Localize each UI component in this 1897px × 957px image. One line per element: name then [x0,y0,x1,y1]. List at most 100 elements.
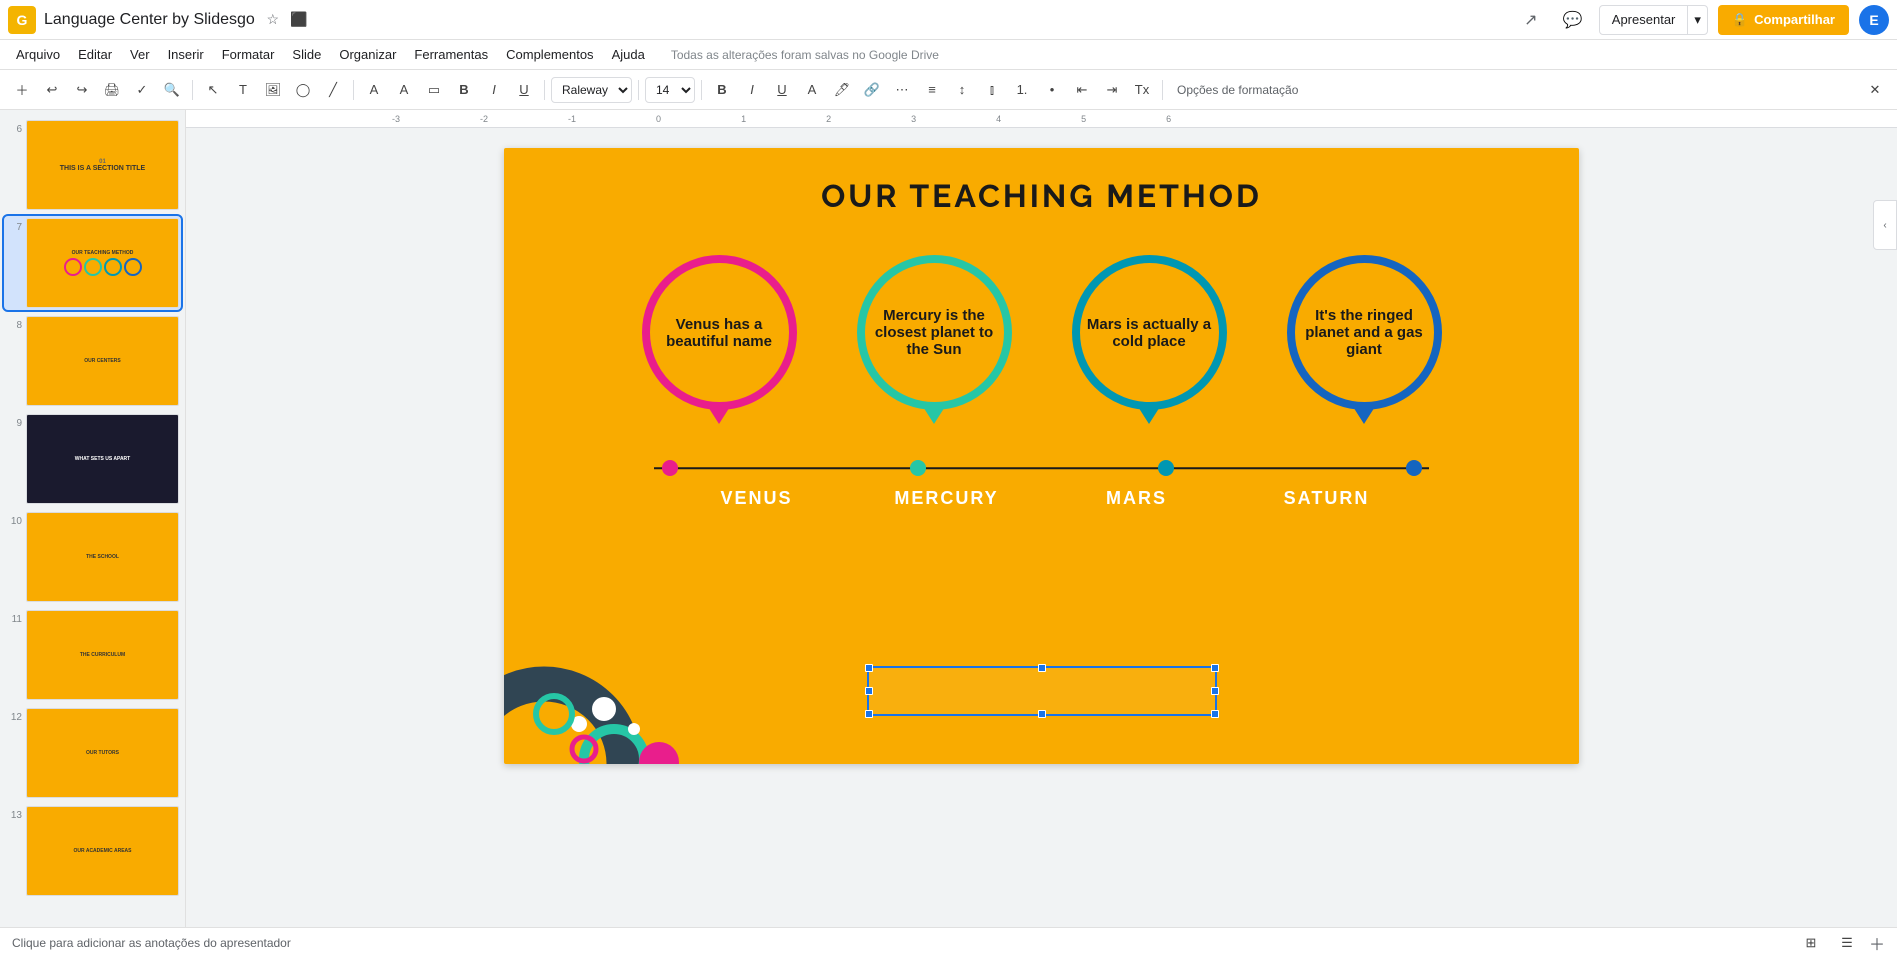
border-button[interactable]: ▭ [420,76,448,104]
apresentar-button[interactable]: Apresentar ▾ [1599,5,1708,35]
apresentar-dropdown[interactable]: ▾ [1688,6,1707,34]
selection-box[interactable] [867,666,1217,716]
planet-item-saturn: It's the ringed planet and a gas giant [1287,255,1442,410]
menu-slide[interactable]: Slide [284,40,329,69]
menu-inserir[interactable]: Inserir [160,40,212,69]
planet-label-mercury: MERCURY [852,488,1042,509]
menu-formatar[interactable]: Formatar [214,40,283,69]
handle-mr[interactable] [1211,687,1219,695]
collapse-button[interactable]: ✕ [1861,76,1889,104]
undo-button[interactable]: ↩ [38,76,66,104]
top-bar: G Language Center by Slidesgo ☆ ⬛ ↗ 💬 Ap… [0,0,1897,40]
indent-less-button[interactable]: ⇤ [1068,76,1096,104]
slide-preview-inner-8: OUR CENTERS [27,317,178,405]
planet-mars-text: Mars is actually a cold place [1080,316,1219,350]
planet-label-venus: VENUS [662,488,852,509]
italic-button[interactable]: I [480,76,508,104]
image-button[interactable]: 🖼 [259,76,287,104]
italic-button-2[interactable]: I [738,76,766,104]
highlight-button[interactable]: 🖊 [828,76,856,104]
link-button[interactable]: 🔗 [858,76,886,104]
planet-venus-text: Venus has a beautiful name [650,316,789,350]
slide-preview-7[interactable]: OUR TEACHING METHOD [26,218,179,308]
font-selector[interactable]: Raleway [551,77,632,103]
redo-button[interactable]: ↪ [68,76,96,104]
list-ol-button[interactable]: 1. [1008,76,1036,104]
slide-thumb-8[interactable]: 8 OUR CENTERS [4,314,181,408]
menu-ver[interactable]: Ver [122,40,158,69]
zoom-plus-button[interactable]: ＋ [1869,931,1885,955]
clear-format-button[interactable]: Tx [1128,76,1156,104]
slide-preview-inner-7: OUR TEACHING METHOD [27,219,178,307]
underline-button-2[interactable]: U [768,76,796,104]
comments-icon[interactable]: 💬 [1557,4,1589,36]
cursor-button[interactable]: ↖ [199,76,227,104]
planet-bubble-saturn: It's the ringed planet and a gas giant [1287,255,1442,410]
bg-color-button[interactable]: A [360,76,388,104]
handle-bc[interactable] [1038,710,1046,718]
slide-preview-10[interactable]: THE SCHOOL [26,512,179,602]
align-button[interactable]: ≡ [918,76,946,104]
handle-tl[interactable] [865,664,873,672]
font-size-selector[interactable]: 14 [645,77,695,103]
slide-num-6: 6 [6,120,22,135]
slide-preview-13[interactable]: OUR ACADEMIC AREAS [26,806,179,896]
handle-tc[interactable] [1038,664,1046,672]
spacing-button[interactable]: ↕ [948,76,976,104]
bold-button-2[interactable]: B [708,76,736,104]
slide-preview-12[interactable]: OUR TUTORS [26,708,179,798]
filmstrip-view-button[interactable]: ☰ [1833,929,1861,957]
slide-thumb-9[interactable]: 9 WHAT SETS US APART [4,412,181,506]
drive-icon[interactable]: ⬛ [289,10,309,30]
user-avatar[interactable]: E [1859,5,1889,35]
menu-arquivo[interactable]: Arquivo [8,40,68,69]
slide-canvas[interactable]: OUR TEACHING METHOD Venus has a beautifu… [504,148,1579,764]
grid-view-button[interactable]: ⊞ [1797,929,1825,957]
slide-thumb-12[interactable]: 12 OUR TUTORS [4,706,181,800]
slide-thumb-13[interactable]: 13 OUR ACADEMIC AREAS [4,804,181,898]
handle-br[interactable] [1211,710,1219,718]
print-button[interactable]: 🖨 [98,76,126,104]
compartilhar-button[interactable]: 🔒 Compartilhar [1718,5,1849,35]
slide-thumb-7[interactable]: 7 OUR TEACHING METHOD [4,216,181,310]
slide-preview-inner-10: THE SCHOOL [27,513,178,601]
handle-bl[interactable] [865,710,873,718]
indent-more-button[interactable]: ⇥ [1098,76,1126,104]
slide-preview-9[interactable]: WHAT SETS US APART [26,414,179,504]
more-button[interactable]: ⋯ [888,76,916,104]
slide-preview-8[interactable]: OUR CENTERS [26,316,179,406]
notes-placeholder[interactable]: Clique para adicionar as anotações do ap… [12,936,291,950]
bold-button[interactable]: B [450,76,478,104]
menu-complementos[interactable]: Complementos [498,40,601,69]
list-ul-button[interactable]: • [1038,76,1066,104]
slide-preview-11[interactable]: THE CURRICULUM [26,610,179,700]
add-button[interactable]: ＋ [8,76,36,104]
spelling-button[interactable]: ✓ [128,76,156,104]
right-panel-toggle[interactable]: ‹ [1873,200,1897,250]
shapes-button[interactable]: ◯ [289,76,317,104]
planet-labels-row: VENUS MERCURY MARS SATURN [504,488,1579,509]
line-button[interactable]: ╱ [319,76,347,104]
slide-num-8: 8 [6,316,22,331]
menu-editar[interactable]: Editar [70,40,120,69]
textbox-button[interactable]: T [229,76,257,104]
slide-canvas-wrapper: OUR TEACHING METHOD Venus has a beautifu… [504,148,1579,764]
activity-icon[interactable]: ↗ [1515,4,1547,36]
text-color-button[interactable]: A [390,76,418,104]
zoom-button[interactable]: 🔍 [158,76,186,104]
apresentar-label[interactable]: Apresentar [1600,6,1689,34]
slide-thumb-10[interactable]: 10 THE SCHOOL [4,510,181,604]
slide-thumb-6[interactable]: 6 01 THIS IS A SECTION TITLE [4,118,181,212]
slide-thumb-11[interactable]: 11 THE CURRICULUM [4,608,181,702]
handle-ml[interactable] [865,687,873,695]
menu-organizar[interactable]: Organizar [331,40,404,69]
columns-button[interactable]: ⫾ [978,76,1006,104]
underline-button[interactable]: U [510,76,538,104]
star-icon[interactable]: ☆ [263,10,283,30]
handle-tr[interactable] [1211,664,1219,672]
menu-ferramentas[interactable]: Ferramentas [406,40,496,69]
slide-num-10: 10 [6,512,22,527]
slide-preview-6[interactable]: 01 THIS IS A SECTION TITLE [26,120,179,210]
menu-ajuda[interactable]: Ajuda [604,40,653,69]
text-color-button-2[interactable]: A [798,76,826,104]
